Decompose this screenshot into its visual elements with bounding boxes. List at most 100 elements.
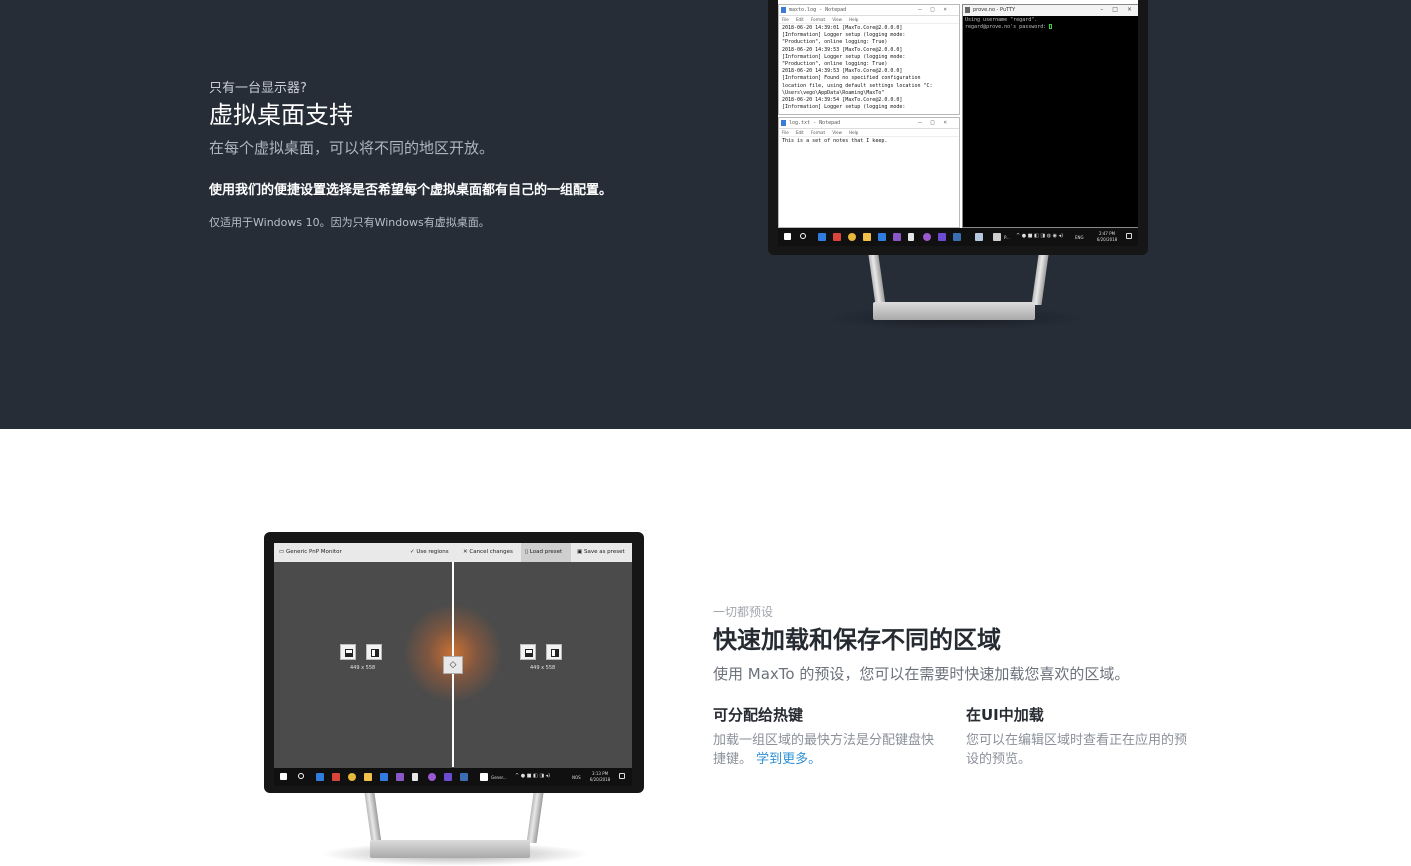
gmail-icon[interactable] — [332, 773, 340, 781]
save-as-preset-button[interactable]: ▣ Save as preset — [577, 549, 625, 555]
start-icon[interactable] — [784, 233, 791, 240]
button-label: Load preset — [529, 549, 563, 555]
monitor-stand-neck — [868, 255, 886, 305]
log-line: [Information] Logger setup (logging mode… — [782, 53, 906, 60]
taskbar-app-label[interactable]: P... — [1004, 235, 1010, 240]
window-menubar[interactable]: File Edit Format View Help — [779, 129, 959, 137]
window-titlebar[interactable]: prove.no - PuTTY –□× — [963, 5, 1138, 16]
split-horizontal-button[interactable] — [340, 644, 356, 660]
window-controls[interactable]: –□× — [918, 6, 956, 13]
load-preset-button[interactable]: ▯ Load preset — [525, 549, 562, 555]
split-horizontal-button[interactable] — [520, 644, 536, 660]
notepad-icon — [781, 120, 786, 126]
terminal-output[interactable]: Using username "regard". regard@prove.no… — [963, 16, 1138, 32]
gmail-icon[interactable] — [833, 233, 841, 241]
notepad-notes-window[interactable]: log.txt - Notepad –□× File Edit Format V… — [778, 117, 960, 228]
app-icon-violet[interactable] — [444, 773, 452, 781]
vscode-icon[interactable] — [380, 773, 388, 781]
monitor-stand-neck — [1031, 255, 1049, 305]
notification-icon[interactable] — [619, 773, 625, 779]
button-label: Use regions — [416, 549, 449, 555]
split-horizontal-icon — [525, 649, 533, 657]
search-icon[interactable] — [800, 233, 806, 239]
window-menubar[interactable]: File Edit Format View Help — [779, 16, 959, 24]
mail-icon[interactable] — [818, 233, 826, 241]
button-label: Save as preset — [583, 549, 625, 555]
chrome-icon[interactable] — [848, 233, 856, 241]
notification-icon[interactable] — [1126, 233, 1132, 239]
log-line: 2018-06-20 14:39:54 [MaxTo.Core@2.0.0.0] — [782, 97, 903, 104]
log-line: 2018-06-20 14:39:01 [MaxTo.Core@2.0.0.0] — [782, 25, 903, 31]
section-title: 虚拟桌面支持 — [209, 101, 353, 129]
chrome-icon[interactable] — [348, 773, 356, 781]
notes-text[interactable]: This is a set of notes that I keep. — [779, 137, 959, 146]
system-tray-icons[interactable]: ^ ● ■ ◧ ◨ ◍ ◉ ◂) — [1016, 234, 1063, 239]
lambda-icon[interactable] — [412, 773, 418, 781]
system-tray-icons[interactable]: ^ ● ■ ◧ ◨ ◂) — [515, 774, 550, 779]
app-icon-purple[interactable] — [428, 773, 436, 781]
log-text[interactable]: 2018-06-20 14:39:01 [MaxTo.Core@2.0.0.0]… — [779, 24, 959, 112]
eraser-icon: ◇ — [449, 660, 457, 670]
clock-time[interactable]: 2:47 PM — [1092, 231, 1122, 236]
monitor-presets: ▭ Generic PnP Monitor ✓ Use regions ✕ Ca… — [264, 532, 644, 793]
window-titlebar[interactable]: maxto.log - Notepad –□× — [779, 5, 959, 16]
putty-taskbar-icon[interactable] — [993, 233, 1001, 241]
learn-more-link[interactable]: 学到更多。 — [756, 752, 821, 767]
split-vertical-button[interactable] — [546, 644, 562, 660]
use-regions-button[interactable]: ✓ Use regions — [410, 549, 449, 555]
section-title: 快速加载和保存不同的区域 — [713, 626, 1001, 654]
window-controls[interactable]: –□× — [918, 119, 956, 126]
clock-time[interactable]: 3:13 PM — [585, 771, 615, 776]
split-vertical-icon — [371, 649, 379, 657]
monitor-select[interactable]: ▭ Generic PnP Monitor — [279, 549, 342, 555]
log-line: [Information] Found no specified configu… — [782, 75, 921, 82]
virtual-desktop-section: 只有一台显示器? 虚拟桌面支持 在每个虚拟桌面，可以将不同的地区开放。 使用我们… — [0, 0, 1411, 429]
vscode-icon[interactable] — [878, 233, 886, 241]
log-line: "Production", online logging: True) — [782, 39, 888, 46]
app-icon-purple[interactable] — [923, 233, 931, 241]
log-line: "Production", online logging: True) — [782, 61, 888, 68]
visual-studio-icon[interactable] — [893, 233, 901, 241]
start-icon[interactable] — [280, 773, 287, 780]
notepad-log-window[interactable]: maxto.log - Notepad –□× File Edit Format… — [778, 4, 960, 115]
section-eyebrow: 只有一台显示器? — [209, 81, 307, 96]
eraser-button[interactable]: ◇ — [443, 656, 463, 674]
lambda-icon[interactable] — [908, 233, 914, 241]
language-indicator[interactable]: ENG — [1075, 235, 1084, 240]
cancel-changes-button[interactable]: ✕ Cancel changes — [463, 549, 513, 555]
taskbar: P... ^ ● ■ ◧ ◨ ◍ ◉ ◂) ENG 2:47 PM 6/20/2… — [778, 228, 1138, 246]
mail-icon[interactable] — [316, 773, 324, 781]
maxto-taskbar-icon[interactable] — [480, 773, 488, 781]
putty-icon — [965, 7, 970, 13]
monitor-screen: maxto.log - Notepad –□× File Edit Format… — [778, 0, 1138, 246]
search-icon[interactable] — [298, 773, 304, 779]
window-titlebar[interactable]: log.txt - Notepad –□× — [779, 118, 959, 129]
zone-size-label: 449 x 558 — [530, 665, 556, 671]
window-title: prove.no - PuTTY — [973, 7, 1016, 13]
monitor-name: Generic PnP Monitor — [285, 549, 342, 555]
visual-studio-icon[interactable] — [396, 773, 404, 781]
putty-window[interactable]: prove.no - PuTTY –□× Using username "reg… — [962, 4, 1138, 228]
split-vertical-button[interactable] — [366, 644, 382, 660]
window-controls[interactable]: –□× — [1100, 6, 1138, 13]
log-line: [Information] Logger setup (logging mode… — [782, 32, 906, 39]
maxto-region-toolbar: ▭ Generic PnP Monitor ✓ Use regions ✕ Ca… — [274, 543, 632, 562]
notepad-taskbar-icon[interactable] — [975, 233, 983, 241]
clock-date[interactable]: 6/20/2018 — [585, 777, 615, 782]
language-indicator[interactable]: NOS — [572, 775, 581, 780]
folder-icon[interactable] — [364, 773, 372, 781]
log-line: 2018-06-20 14:39:53 [MaxTo.Core@2.0.0.0] — [782, 68, 903, 75]
app-icon-violet[interactable] — [938, 233, 946, 241]
clock-app-icon[interactable] — [460, 773, 468, 781]
save-icon: ▣ — [577, 549, 583, 555]
folder-icon[interactable] — [863, 233, 871, 241]
section-lead: 使用 MaxTo 的预设，您可以在需要时快速加载您喜欢的区域。 — [713, 665, 1130, 683]
section-note: 仅适用于Windows 10。因为只有Windows有虚拟桌面。 — [209, 216, 490, 229]
split-horizontal-icon — [345, 649, 353, 657]
taskbar-app-label[interactable]: Gener... — [491, 775, 507, 780]
split-vertical-icon — [551, 649, 559, 657]
button-label: Cancel changes — [469, 549, 513, 555]
clock-app-icon[interactable] — [953, 233, 961, 241]
clock-date[interactable]: 6/20/2018 — [1092, 237, 1122, 242]
log-line: [Information] Logger setup (logging mode… — [782, 104, 906, 111]
